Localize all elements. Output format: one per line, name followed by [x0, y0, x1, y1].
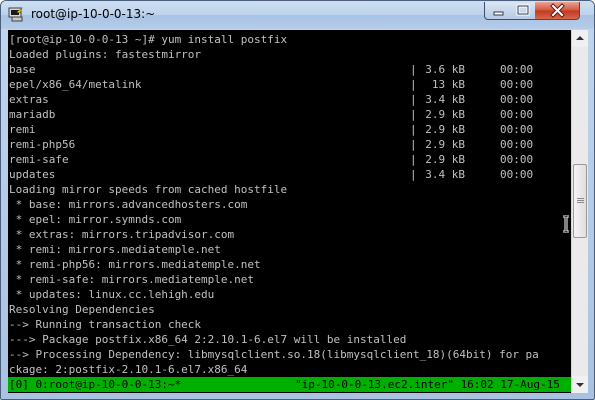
repo-time: 00:00 — [500, 93, 534, 106]
close-button[interactable] — [535, 2, 580, 20]
terminal-line: * remi-php56: mirrors.mediatemple.net — [9, 258, 261, 271]
terminal-line: Resolving Dependencies — [9, 303, 155, 316]
terminal-line: * extras: mirrors.tripadvisor.com — [9, 228, 235, 241]
terminal-line: --> Processing Dependency: libmysqlclien… — [9, 348, 539, 361]
terminal-line: * epel: mirror.symnds.com — [9, 213, 182, 226]
scroll-up-button[interactable] — [572, 30, 588, 47]
thumb-grip — [577, 200, 584, 201]
scroll-down-arrow-icon — [576, 383, 584, 387]
terminal-window: root@ip-10-0-0-13:~ [root@ip-10-0-0-13 ~… — [0, 0, 595, 400]
repo-row: remi-safe | 2.9 kB 00:00 — [9, 152, 571, 167]
repo-time: 00:00 — [500, 63, 534, 76]
repo-size: 2.9 kB — [425, 108, 465, 121]
repo-size: 3.4 kB — [425, 168, 465, 181]
maximize-button[interactable] — [510, 2, 536, 20]
terminal-screen[interactable]: [root@ip-10-0-0-13 ~]# yum install postf… — [8, 30, 571, 393]
minimize-icon — [493, 11, 504, 16]
title-bar[interactable]: root@ip-10-0-0-13:~ — [1, 1, 594, 29]
terminal-line: Loading mirror speeds from cached hostfi… — [9, 183, 288, 196]
repo-time: 00:00 — [500, 153, 534, 166]
thumb-grip — [577, 198, 584, 199]
repo-size: 2.9 kB — [425, 123, 465, 136]
terminal-line: * remi-safe: mirrors.mediatemple.net — [9, 273, 255, 286]
vertical-scrollbar[interactable] — [571, 30, 588, 393]
terminal-line: * updates: linux.cc.lehigh.edu — [9, 288, 215, 301]
status-host-clock: "ip-10-0-0-13.ec2.inter" 16:02 17-Aug-15 — [295, 378, 560, 391]
scroll-thumb[interactable] — [573, 164, 587, 238]
scroll-down-button[interactable] — [572, 376, 588, 393]
maximize-icon — [516, 4, 530, 16]
status-window-list[interactable]: [0] 0:root@ip-10-0-0-13:~* — [9, 377, 181, 392]
terminal-line: * remi: mirrors.mediatemple.net — [9, 243, 221, 256]
repo-time: 00:00 — [500, 138, 534, 151]
repo-time: 00:00 — [500, 78, 534, 91]
terminal-line: Loaded plugins: fastestmirror — [9, 48, 202, 61]
repo-size: 3.4 kB — [425, 93, 465, 106]
thumb-grip — [577, 202, 584, 203]
putty-terminal-icon[interactable] — [8, 7, 24, 23]
repo-row: mariadb | 2.9 kB 00:00 — [9, 107, 571, 122]
repo-row: remi-php56 | 2.9 kB 00:00 — [9, 137, 571, 152]
terminal-line: ---> Package postfix.x86_64 2:2.10.1-6.e… — [9, 333, 407, 346]
terminal-output: [root@ip-10-0-0-13 ~]# yum install postf… — [9, 32, 571, 377]
text-cursor-icon — [563, 215, 569, 233]
window-title: root@ip-10-0-0-13:~ — [31, 7, 156, 21]
scroll-up-arrow-icon — [576, 36, 584, 40]
repo-time: 00:00 — [500, 108, 534, 121]
repo-row: updates | 3.4 kB 00:00 — [9, 167, 571, 182]
repo-row: remi | 2.9 kB 00:00 — [9, 122, 571, 137]
repo-time: 00:00 — [500, 168, 534, 181]
terminal-line: * base: mirrors.advancedhosters.com — [9, 198, 248, 211]
repo-size: 13 kB — [431, 78, 465, 91]
repo-size: 2.9 kB — [425, 153, 465, 166]
terminal-line: --> Running transaction check — [9, 318, 202, 331]
close-icon — [550, 3, 565, 18]
tmux-status-bar: [0] 0:root@ip-10-0-0-13:~* "ip-10-0-0-13… — [8, 377, 571, 392]
terminal-line: ckage: 2:postfix-2.10.1-6.el7.x86_64 — [9, 363, 248, 376]
repo-size: 3.6 kB — [425, 63, 465, 76]
repo-size: 2.9 kB — [425, 138, 465, 151]
repo-row: epel/x86_64/metalink | 13 kB 00:00 — [9, 77, 571, 92]
repo-time: 00:00 — [500, 123, 534, 136]
repo-row: base | 3.6 kB 00:00 — [9, 62, 571, 77]
repo-row: extras | 3.4 kB 00:00 — [9, 92, 571, 107]
terminal-line: [root@ip-10-0-0-13 ~]# yum install postf… — [9, 33, 288, 46]
minimize-button[interactable] — [484, 2, 511, 20]
